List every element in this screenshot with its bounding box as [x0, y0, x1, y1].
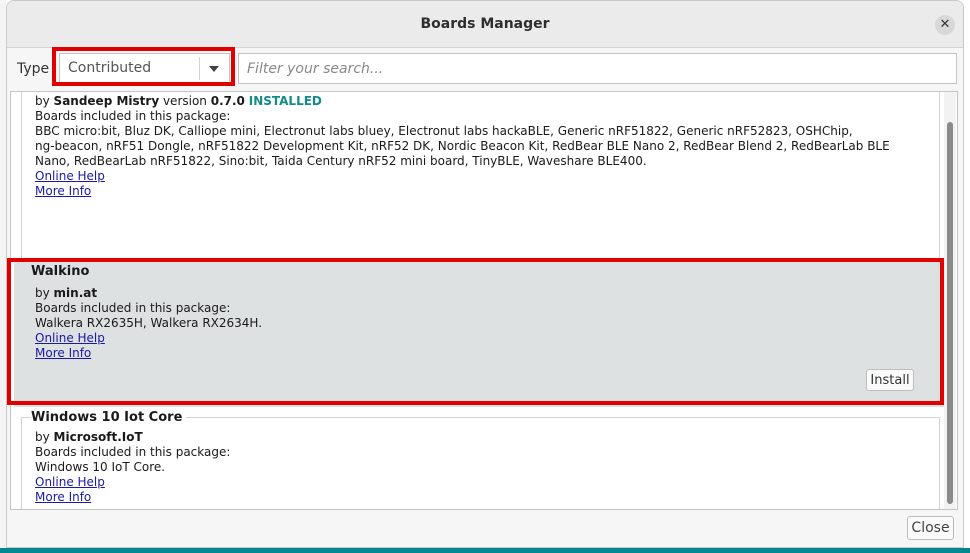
install-button[interactable]: Install [866, 369, 914, 391]
boards-list-line: ng-beacon, nRF51 Dongle, nRF51822 Develo… [35, 139, 890, 153]
title-bar: Boards Manager ✕ [7, 1, 963, 48]
author-name: min.at [53, 286, 98, 300]
boards-heading: Boards included in this package: [35, 109, 231, 123]
online-help-link[interactable]: Online Help [35, 169, 105, 183]
close-icon[interactable]: ✕ [935, 15, 955, 35]
scrollbar-thumb[interactable] [947, 122, 953, 504]
dialog-title: Boards Manager [420, 16, 550, 32]
more-info-link[interactable]: More Info [35, 184, 91, 198]
boards-list-line: Walkera RX2635H, Walkera RX2634H. [35, 316, 263, 330]
search-input[interactable] [238, 53, 957, 84]
installed-badge: INSTALLED [248, 94, 322, 108]
boards-list-line: Windows 10 IoT Core. [35, 460, 166, 474]
more-info-link[interactable]: More Info [35, 490, 91, 504]
package-entry-walkino[interactable]: Walkino by min.at Boards included in thi… [31, 264, 262, 361]
type-label: Type [17, 61, 50, 77]
chevron-down-icon[interactable] [209, 66, 219, 72]
boards-heading: Boards included in this package: [35, 445, 231, 459]
package-name: Walkino [31, 264, 90, 279]
background-accent-bar [0, 548, 970, 553]
type-dropdown-value: Contributed [68, 60, 152, 76]
boards-heading: Boards included in this package: [35, 301, 231, 315]
author-name: Microsoft.IoT [53, 430, 143, 444]
version-number: 0.7.0 [210, 94, 245, 108]
dropdown-separator [199, 57, 200, 80]
boards-list-line: BBC micro:bit, Bluz DK, Calliope mini, E… [35, 124, 853, 138]
type-dropdown[interactable]: Contributed [59, 53, 230, 84]
package-author-line: by min.at [35, 286, 98, 300]
package-author-line: by Microsoft.IoT [35, 430, 143, 444]
package-author-line: by Sandeep Mistry version 0.7.0 INSTALLE… [35, 94, 322, 108]
more-info-link[interactable]: More Info [35, 346, 91, 360]
online-help-link[interactable]: Online Help [35, 475, 105, 489]
boards-manager-dialog: Boards Manager ✕ Type Contributed by San… [6, 0, 964, 548]
boards-list-line: Nano, RedBearLab nRF51822, Sino:bit, Tai… [35, 154, 647, 168]
package-entry-sandeep[interactable]: by Sandeep Mistry version 0.7.0 INSTALLE… [35, 94, 890, 199]
online-help-link[interactable]: Online Help [35, 331, 105, 345]
author-name: Sandeep Mistry [53, 94, 160, 108]
package-name: Windows 10 Iot Core [31, 410, 187, 425]
package-list[interactable]: by Sandeep Mistry version 0.7.0 INSTALLE… [10, 91, 958, 510]
close-button[interactable]: Close [907, 516, 954, 540]
vertical-scrollbar[interactable] [944, 92, 956, 509]
package-entry-windows-iot[interactable]: Windows 10 Iot Core by Microsoft.IoT Boa… [31, 410, 230, 505]
